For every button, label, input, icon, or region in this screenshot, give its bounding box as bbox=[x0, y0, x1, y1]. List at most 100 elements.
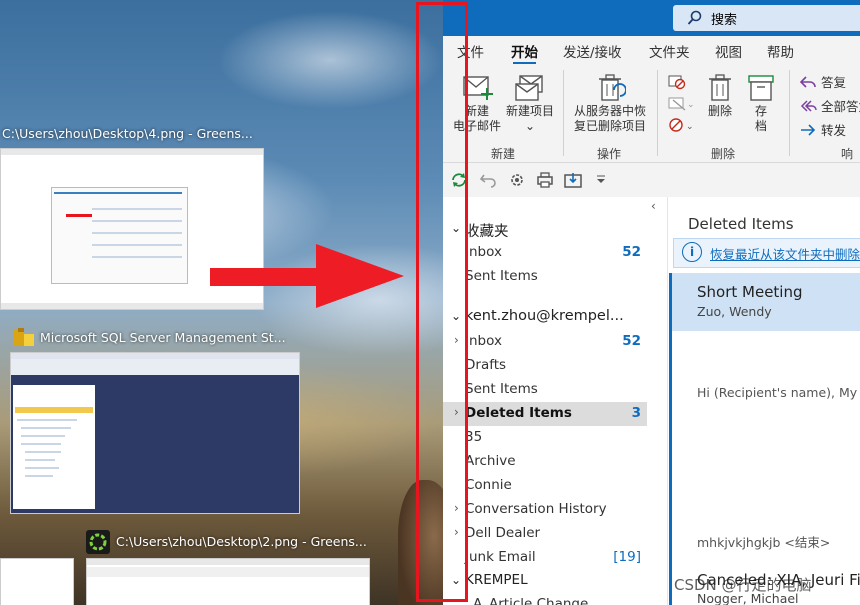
folder-deleted-items[interactable]: › Deleted Items 3 bbox=[443, 402, 647, 426]
collapse-pane-chevron-icon[interactable]: ‹ bbox=[651, 199, 656, 213]
recover-link[interactable]: 恢复最近从该文件夹中删除的 bbox=[710, 244, 860, 263]
tab-view[interactable]: 视图 bbox=[715, 41, 742, 61]
thumb-line bbox=[92, 232, 182, 234]
thumb-line bbox=[17, 419, 77, 421]
folder-conversation-history[interactable]: › Conversation History bbox=[443, 498, 647, 522]
reply-label: 答复 bbox=[821, 75, 847, 90]
forward-button[interactable]: 转发 bbox=[799, 120, 846, 139]
thumb-toolbar bbox=[87, 567, 369, 577]
tab-folder[interactable]: 文件夹 bbox=[649, 41, 690, 61]
delete-button[interactable]: 删除 bbox=[699, 72, 741, 119]
message-item[interactable]: Hi (Recipient's name), My na bbox=[669, 331, 860, 418]
clean-up-icon[interactable]: ⌄ bbox=[667, 94, 695, 112]
search-box[interactable]: 搜索 bbox=[673, 5, 860, 31]
unread-count: 52 bbox=[622, 244, 641, 260]
message-subject: Short Meeting bbox=[697, 283, 803, 301]
group-label-delete: 删除 bbox=[711, 147, 736, 161]
folder-connie[interactable]: Connie bbox=[443, 474, 647, 498]
message-list: Deleted Items i 恢复最近从该文件夹中删除的 Short Meet… bbox=[667, 197, 860, 605]
task-title-2[interactable]: Microsoft SQL Server Management St... bbox=[40, 330, 286, 345]
ribbon: 新建 电子邮件 新建项目 ⌄ 新建 从服务器中恢 复已删除项目 操作 ⌄ ⌄ 删… bbox=[443, 64, 860, 178]
task-thumbnail-3[interactable] bbox=[86, 558, 370, 605]
thumb-window bbox=[51, 187, 188, 284]
folder-archive[interactable]: Archive bbox=[443, 450, 647, 474]
folder-name: A_Article Change bbox=[473, 596, 589, 605]
thumb-line bbox=[54, 192, 182, 194]
unread-count: 3 bbox=[631, 405, 641, 421]
new-items-label: 新建项目 bbox=[505, 104, 554, 118]
undo-icon[interactable] bbox=[479, 171, 499, 189]
greenshot-icon bbox=[86, 530, 110, 554]
print-icon[interactable] bbox=[535, 171, 555, 189]
selection-accent bbox=[669, 273, 672, 331]
svg-text:⌄: ⌄ bbox=[686, 122, 694, 132]
account-header[interactable]: ⌄ kent.zhou@krempel... bbox=[443, 305, 647, 331]
recover-deleted-items-button[interactable]: 从服务器中恢 复已删除项目 bbox=[567, 72, 653, 134]
task-title-3[interactable]: C:\Users\zhou\Desktop\2.png - Greens... bbox=[116, 534, 367, 549]
unread-accent bbox=[669, 417, 672, 479]
customize-gear-icon[interactable] bbox=[507, 171, 527, 189]
folder-drafts[interactable]: Drafts bbox=[443, 354, 647, 378]
folder-dell-dealer[interactable]: › Dell Dealer bbox=[443, 522, 647, 546]
quick-access-toolbar bbox=[443, 163, 860, 198]
favorite-sent-items[interactable]: Sent Items bbox=[443, 265, 647, 289]
unread-accent bbox=[669, 331, 672, 417]
message-item[interactable] bbox=[669, 417, 860, 480]
thumb-line bbox=[92, 256, 182, 258]
archive-button[interactable]: 存 档 bbox=[743, 72, 779, 134]
favorite-inbox[interactable]: Inbox 52 bbox=[443, 241, 647, 265]
reply-all-button[interactable]: 全部答复 bbox=[799, 96, 860, 115]
tab-send-receive[interactable]: 发送/接收 bbox=[563, 41, 622, 61]
thumb-line bbox=[25, 467, 59, 469]
move-to-folder-icon[interactable] bbox=[563, 171, 583, 189]
junk-icon[interactable]: ⌄ bbox=[667, 116, 695, 134]
group-separator bbox=[789, 70, 790, 156]
new-items-icon bbox=[515, 75, 543, 101]
message-item[interactable]: mhkjvkjhgkjb <结束> bbox=[669, 479, 860, 558]
group-label-new: 新建 bbox=[491, 147, 516, 161]
folder-name: Deleted Items bbox=[465, 405, 572, 421]
info-icon: i bbox=[682, 242, 702, 262]
red-highlight-box bbox=[416, 2, 468, 602]
recover-label-2: 复已删除项目 bbox=[573, 119, 646, 133]
folder-sent-items[interactable]: Sent Items bbox=[443, 378, 647, 402]
thumb-object-explorer bbox=[13, 385, 95, 509]
ribbon-tabs: 文件 开始 发送/接收 文件夹 视图 帮助 bbox=[443, 36, 860, 65]
new-items-dropdown: ⌄ bbox=[524, 119, 536, 133]
red-arrow-icon bbox=[210, 244, 404, 308]
message-item[interactable]: Short Meeting Zuo, Wendy bbox=[669, 273, 860, 332]
task-title-1[interactable]: C:\Users\zhou\Desktop\4.png - Greens... bbox=[2, 126, 253, 141]
archive-label-2: 档 bbox=[754, 119, 767, 133]
tab-help[interactable]: 帮助 bbox=[767, 41, 794, 61]
thumb-toolbar bbox=[1, 149, 263, 155]
search-label: 搜索 bbox=[711, 12, 738, 28]
folder-name: Sent Items bbox=[465, 381, 538, 397]
forward-icon bbox=[801, 123, 816, 136]
folder-name: Archive bbox=[465, 453, 516, 469]
archive-icon bbox=[748, 75, 774, 101]
thumb-red-arrow bbox=[66, 214, 92, 217]
task-thumbnail-2[interactable] bbox=[10, 352, 300, 514]
favorites-label: 收藏夹 bbox=[465, 224, 509, 240]
desktop-background: C:\Users\zhou\Desktop\4.png - Greens... … bbox=[0, 0, 443, 605]
reply-button[interactable]: 答复 bbox=[799, 72, 846, 91]
thumb-line bbox=[21, 435, 65, 437]
message-sender: Zuo, Wendy bbox=[697, 304, 772, 319]
thumb-line bbox=[15, 407, 93, 413]
ignore-icon[interactable] bbox=[667, 72, 687, 90]
outlook-window: 搜索 文件 开始 发送/接收 文件夹 视图 帮助 新建 电子邮件 新建项目 ⌄ … bbox=[443, 0, 860, 605]
favorites-header[interactable]: ⌄ 收藏夹 bbox=[443, 217, 647, 243]
folder-article-change[interactable]: A_Article Change bbox=[443, 593, 647, 605]
folder-35[interactable]: 35 bbox=[443, 426, 647, 450]
forward-label: 转发 bbox=[821, 123, 847, 138]
folder-junk-email[interactable]: Junk Email [19] bbox=[443, 546, 647, 570]
qat-dropdown-icon[interactable] bbox=[595, 175, 607, 185]
task-thumbnail-partial[interactable] bbox=[0, 558, 74, 605]
thumb-line bbox=[25, 459, 55, 461]
message-preview: mhkjvkjhgkjb <结束> bbox=[697, 535, 831, 550]
tab-home[interactable]: 开始 bbox=[511, 41, 538, 65]
new-items-button[interactable]: 新建项目 ⌄ bbox=[503, 72, 557, 134]
folder-inbox[interactable]: › Inbox 52 bbox=[443, 330, 647, 354]
krempel-header[interactable]: ⌄ KREMPEL bbox=[443, 569, 647, 595]
recover-info-bar[interactable]: i 恢复最近从该文件夹中删除的 bbox=[673, 238, 860, 268]
